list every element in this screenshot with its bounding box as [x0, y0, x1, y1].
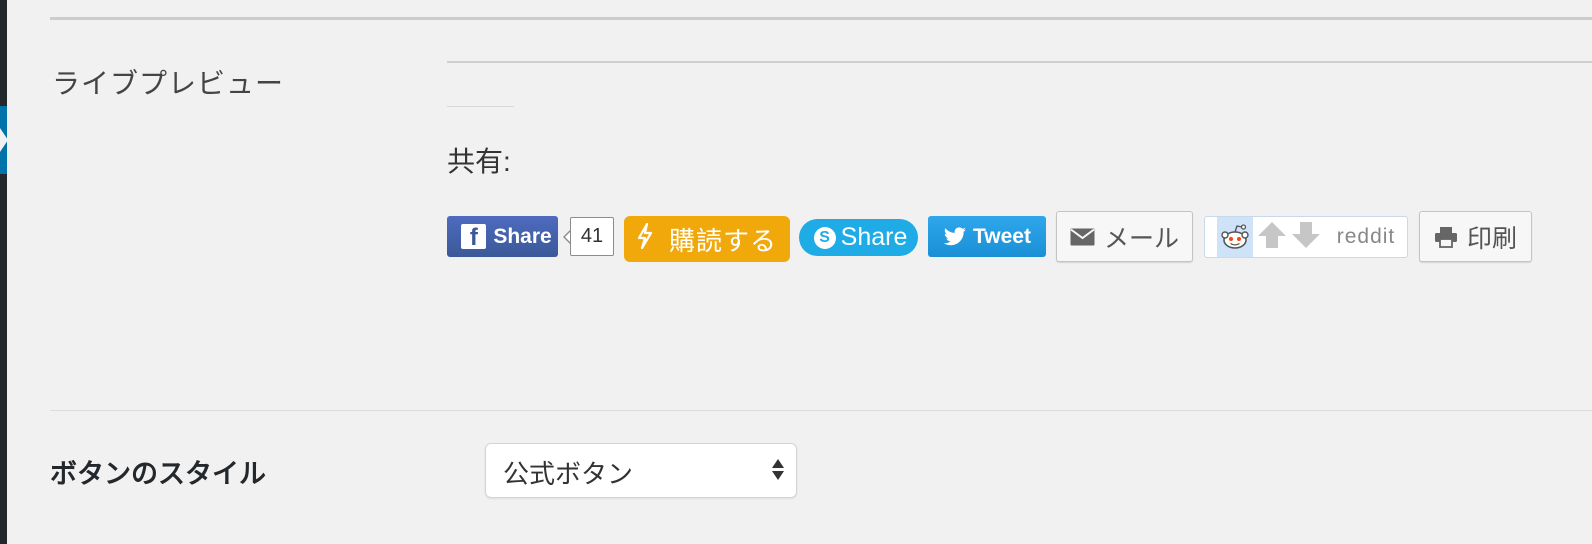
email-share-button[interactable]: メール [1056, 211, 1193, 262]
button-style-label: ボタンのスタイル [50, 459, 266, 489]
preview-short-divider [447, 106, 514, 107]
print-label: 印刷 [1466, 224, 1517, 253]
reddit-alien-icon [1216, 217, 1253, 257]
downvote-arrow-icon [1289, 220, 1323, 255]
twitter-bird-icon [943, 226, 967, 247]
select-arrows-icon [772, 459, 784, 480]
section-divider [50, 410, 1592, 411]
reddit-label: reddit [1336, 225, 1396, 248]
bolt-icon [637, 222, 653, 256]
email-label: メール [1103, 224, 1179, 253]
subscribe-label: 購読する [668, 225, 777, 256]
reddit-vote-arrows [1255, 220, 1323, 255]
tweet-button[interactable]: Tweet [928, 216, 1046, 257]
admin-sidebar-edge [0, 0, 7, 544]
top-divider [50, 17, 1592, 20]
admin-menu-current-arrow [0, 128, 8, 152]
share-heading: 共有: [447, 146, 511, 177]
printer-icon [1434, 226, 1458, 248]
print-button[interactable]: 印刷 [1419, 211, 1532, 262]
preview-divider [447, 61, 1592, 63]
skype-icon: S [813, 226, 836, 249]
subscribe-button[interactable]: 購読する [624, 216, 790, 262]
skype-share-button[interactable]: S Share [799, 219, 918, 256]
live-preview-label: ライブプレビュー [52, 68, 285, 99]
tweet-label: Tweet [973, 224, 1031, 248]
button-style-select[interactable]: 公式ボタン [485, 443, 797, 498]
facebook-share-label: Share [493, 224, 552, 248]
facebook-share-count: 41 [570, 217, 614, 256]
reddit-share-button[interactable]: reddit [1204, 216, 1408, 258]
facebook-icon: f [461, 224, 487, 249]
facebook-share-button[interactable]: f Share [447, 216, 558, 257]
button-style-selected-value: 公式ボタン [503, 459, 634, 489]
envelope-icon [1070, 228, 1095, 246]
skype-share-label: Share [840, 223, 908, 251]
upvote-arrow-icon [1255, 220, 1289, 255]
